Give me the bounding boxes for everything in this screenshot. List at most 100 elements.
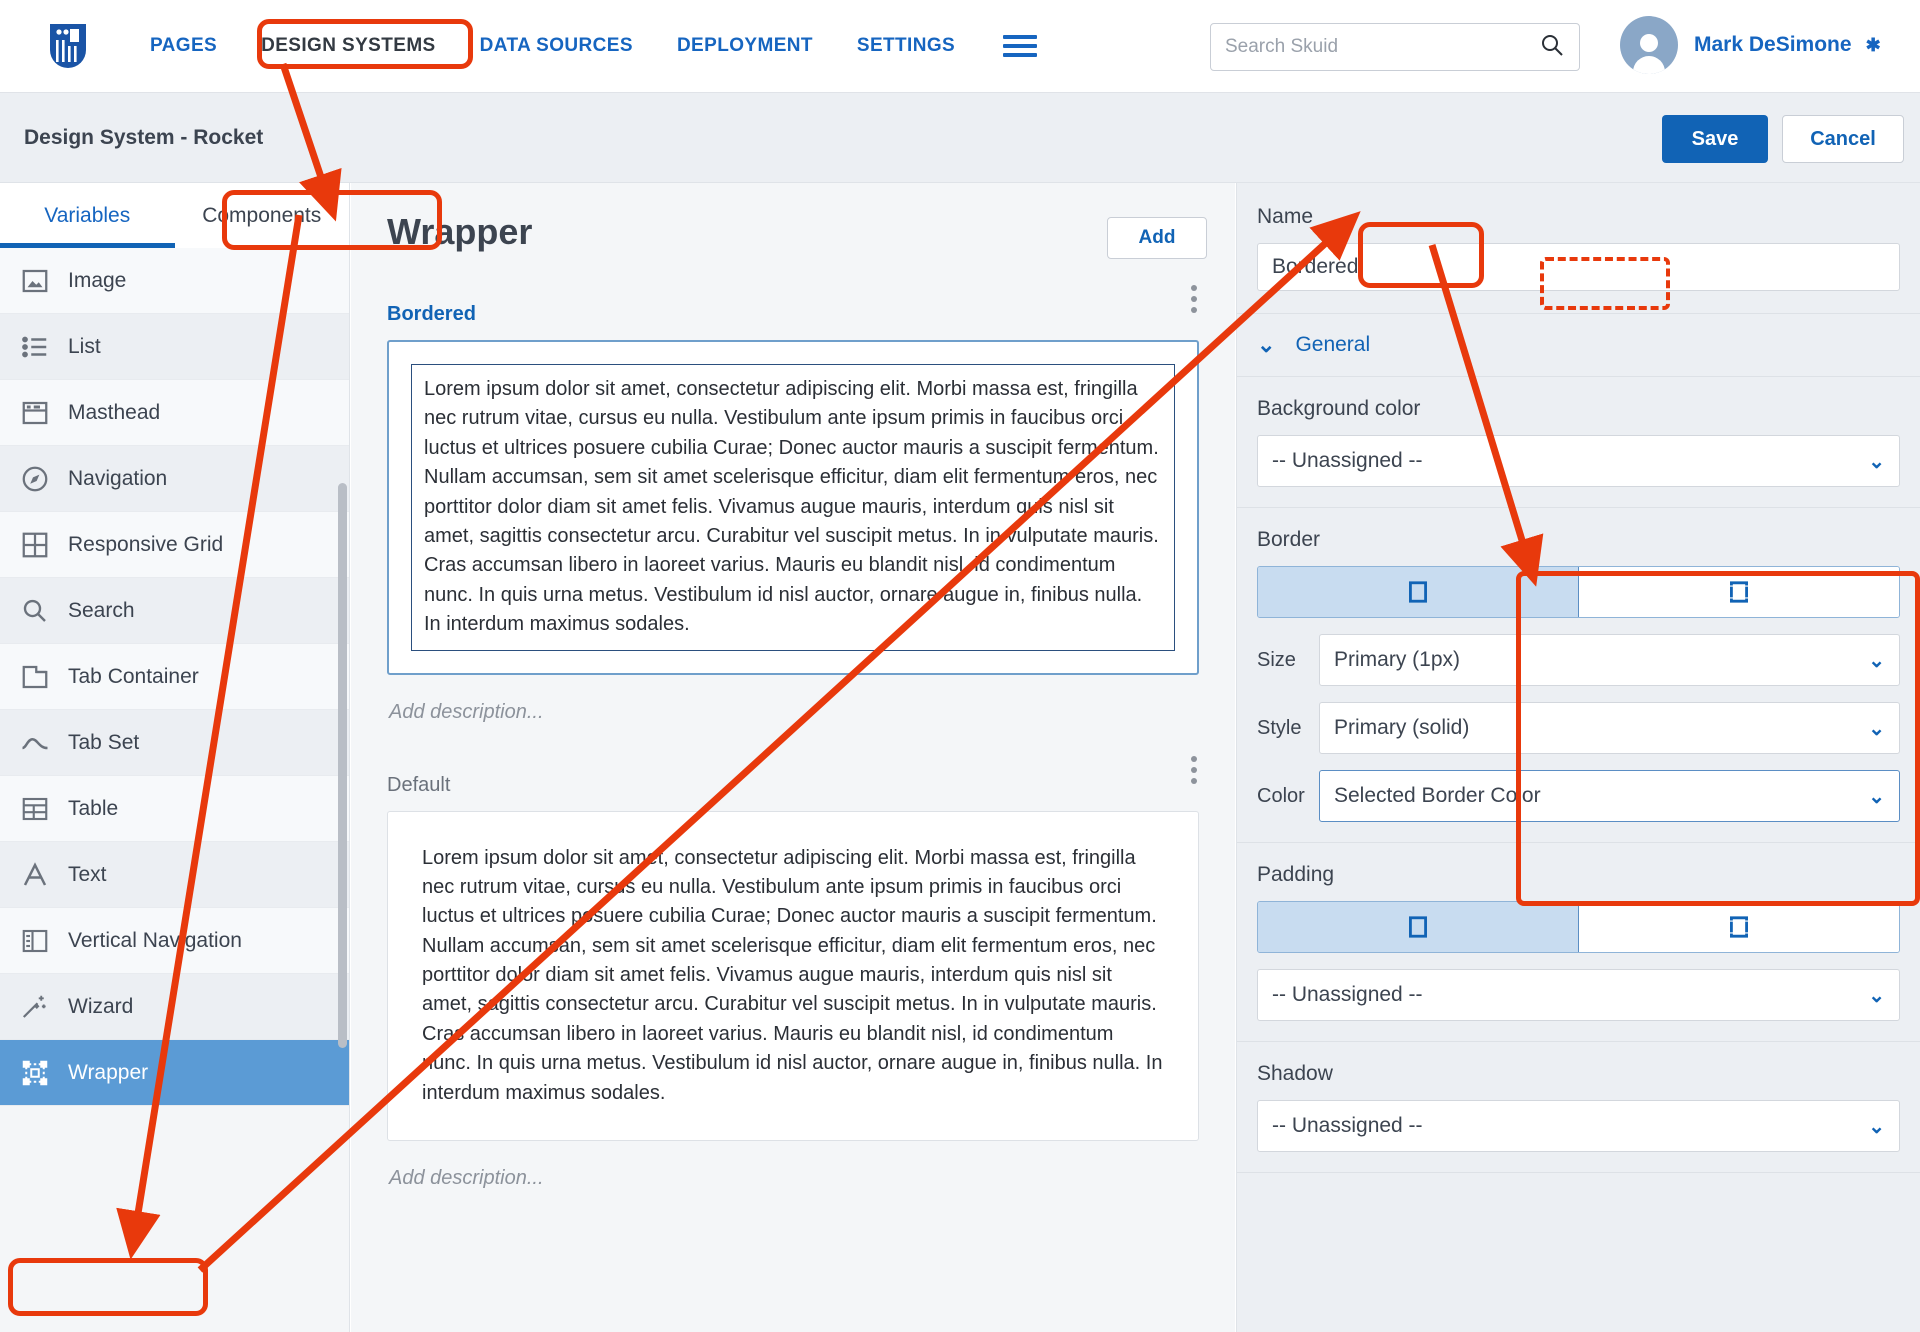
- shadow-group: Shadow -- Unassigned -- ⌄: [1237, 1042, 1920, 1173]
- search-box[interactable]: [1210, 23, 1580, 71]
- sidebar-item-label: Search: [68, 598, 135, 622]
- border-size-label: Size: [1257, 648, 1296, 671]
- shadow-value: -- Unassigned --: [1272, 1114, 1423, 1137]
- sidebar-scrollbar[interactable]: [338, 483, 347, 1048]
- background-color-value: -- Unassigned --: [1272, 449, 1423, 472]
- kebab-menu-icon[interactable]: [1181, 752, 1207, 788]
- border-style-label: Style: [1257, 716, 1302, 739]
- padding-individual-sides-icon[interactable]: [1579, 902, 1899, 952]
- hamburger-menu-icon[interactable]: [1003, 30, 1038, 62]
- border-style-value: Primary (solid): [1334, 716, 1470, 739]
- variant-preview-inner: Lorem ipsum dolor sit amet, consectetur …: [410, 834, 1176, 1119]
- sidebar-item-label: Masthead: [68, 400, 161, 424]
- border-size-row: Size Primary (1px) ⌄: [1257, 634, 1900, 686]
- skuid-logo-icon[interactable]: [40, 18, 96, 74]
- general-section-label: General: [1295, 333, 1371, 356]
- sidebar-item-vertical-navigation[interactable]: Vertical Navigation: [0, 908, 349, 974]
- sidebar-item-label: Text: [68, 862, 107, 886]
- add-description-bordered[interactable]: Add description...: [389, 701, 1199, 724]
- border-group: Border Size Primary (1px) ⌄ Style Primar…: [1237, 508, 1920, 843]
- add-description-default[interactable]: Add description...: [389, 1167, 1199, 1190]
- sidebar-item-label: Image: [68, 268, 127, 292]
- sidebar-item-label: Vertical Navigation: [68, 928, 242, 952]
- chevron-down-icon: ⌄: [1868, 1115, 1885, 1138]
- app-root: PAGES DESIGN SYSTEMS DATA SOURCES DEPLOY…: [0, 0, 1920, 1332]
- padding-select[interactable]: -- Unassigned -- ⌄: [1257, 969, 1900, 1021]
- list-icon: [20, 332, 50, 362]
- padding-mode-toggle[interactable]: [1257, 901, 1900, 953]
- chevron-down-icon: ⌄: [1868, 450, 1885, 473]
- padding-value-row: -- Unassigned -- ⌄: [1257, 969, 1900, 1021]
- border-size-select[interactable]: Primary (1px) ⌄: [1319, 634, 1900, 686]
- sidebar-item-image[interactable]: Image: [0, 248, 349, 314]
- text-a-icon: [20, 860, 50, 890]
- nav-link-pages[interactable]: PAGES: [128, 25, 239, 67]
- nav-links: PAGES DESIGN SYSTEMS DATA SOURCES DEPLOY…: [128, 25, 1038, 67]
- chevron-down-icon: ⌄: [1868, 984, 1885, 1007]
- cancel-button[interactable]: Cancel: [1782, 115, 1904, 163]
- nav-link-design-systems[interactable]: DESIGN SYSTEMS: [239, 25, 458, 67]
- nav-link-deployment[interactable]: DEPLOYMENT: [655, 25, 835, 67]
- nav-link-settings[interactable]: SETTINGS: [835, 25, 977, 67]
- border-individual-sides-icon[interactable]: [1579, 567, 1899, 617]
- border-style-select[interactable]: Primary (solid) ⌄: [1319, 702, 1900, 754]
- sidebar-tabs: Variables Components: [0, 183, 349, 248]
- background-color-select[interactable]: -- Unassigned -- ⌄: [1257, 435, 1900, 487]
- design-system-title: Design System - Rocket: [24, 125, 264, 149]
- variant-preview-inner: Lorem ipsum dolor sit amet, consectetur …: [411, 364, 1175, 651]
- wizard-wand-icon: [20, 992, 50, 1022]
- add-variant-button[interactable]: Add: [1107, 217, 1207, 259]
- lorem-text: Lorem ipsum dolor sit amet, consectetur …: [422, 846, 1163, 1104]
- padding-label: Padding: [1257, 863, 1335, 886]
- masthead-icon: [20, 398, 50, 428]
- chevron-down-icon: ⌄: [1868, 785, 1885, 808]
- shadow-select[interactable]: -- Unassigned -- ⌄: [1257, 1100, 1900, 1152]
- sidebar-item-text[interactable]: Text: [0, 842, 349, 908]
- properties-panel: Name ⌄ General Background color -- Unass…: [1236, 183, 1920, 1332]
- chevron-down-icon: ⌄: [1257, 332, 1276, 357]
- sidebar-item-search[interactable]: Search: [0, 578, 349, 644]
- border-mode-toggle[interactable]: [1257, 566, 1900, 618]
- lorem-text: Lorem ipsum dolor sit amet, consectetur …: [424, 378, 1159, 636]
- tab-set-icon: [20, 728, 50, 758]
- sidebar-item-label: Tab Set: [68, 730, 140, 754]
- border-size-value: Primary (1px): [1334, 648, 1461, 671]
- border-color-value: Selected Border Color: [1334, 784, 1541, 807]
- sidebar-item-table[interactable]: Table: [0, 776, 349, 842]
- variant-name-label: Bordered: [387, 303, 476, 325]
- sidebar-item-wrapper[interactable]: Wrapper: [0, 1040, 349, 1106]
- shadow-label: Shadow: [1257, 1062, 1333, 1085]
- sidebar-item-tab-set[interactable]: Tab Set: [0, 710, 349, 776]
- border-label: Border: [1257, 528, 1321, 551]
- sidebar-item-responsive-grid[interactable]: Responsive Grid: [0, 512, 349, 578]
- sidebar-item-tab-container[interactable]: Tab Container: [0, 644, 349, 710]
- search-icon[interactable]: [1539, 32, 1565, 63]
- image-icon: [20, 266, 50, 296]
- sidebar-item-wizard[interactable]: Wizard: [0, 974, 349, 1040]
- sidebar-item-label: List: [68, 334, 101, 358]
- user-avatar-icon: [1620, 16, 1678, 74]
- name-input[interactable]: [1257, 243, 1900, 291]
- border-all-sides-icon[interactable]: [1258, 567, 1579, 617]
- border-color-select[interactable]: Selected Border Color ⌄: [1319, 770, 1900, 822]
- variant-name-label: Default: [387, 773, 451, 796]
- tab-variables[interactable]: Variables: [0, 183, 175, 248]
- component-list: Image List Masthead Navigation Responsiv…: [0, 248, 349, 1106]
- kebab-menu-icon[interactable]: [1181, 281, 1207, 317]
- nav-link-data-sources[interactable]: DATA SOURCES: [458, 25, 655, 67]
- padding-all-sides-icon[interactable]: [1258, 902, 1579, 952]
- general-section-header[interactable]: ⌄ General: [1237, 314, 1920, 377]
- chevron-down-icon: ⌄: [1868, 717, 1885, 740]
- sidebar-item-navigation[interactable]: Navigation: [0, 446, 349, 512]
- sidebar-item-label: Tab Container: [68, 664, 199, 688]
- sidebar-item-list[interactable]: List: [0, 314, 349, 380]
- sidebar-item-masthead[interactable]: Masthead: [0, 380, 349, 446]
- tab-components[interactable]: Components: [175, 183, 350, 248]
- search-input[interactable]: [1225, 36, 1539, 58]
- border-style-row: Style Primary (solid) ⌄: [1257, 702, 1900, 754]
- table-icon: [20, 794, 50, 824]
- save-button[interactable]: Save: [1662, 115, 1768, 163]
- chevron-down-icon[interactable]: ✱: [1866, 35, 1881, 56]
- user-name-label: Mark DeSimone: [1694, 33, 1852, 56]
- user-menu[interactable]: Mark DeSimone ✱: [1620, 16, 1881, 74]
